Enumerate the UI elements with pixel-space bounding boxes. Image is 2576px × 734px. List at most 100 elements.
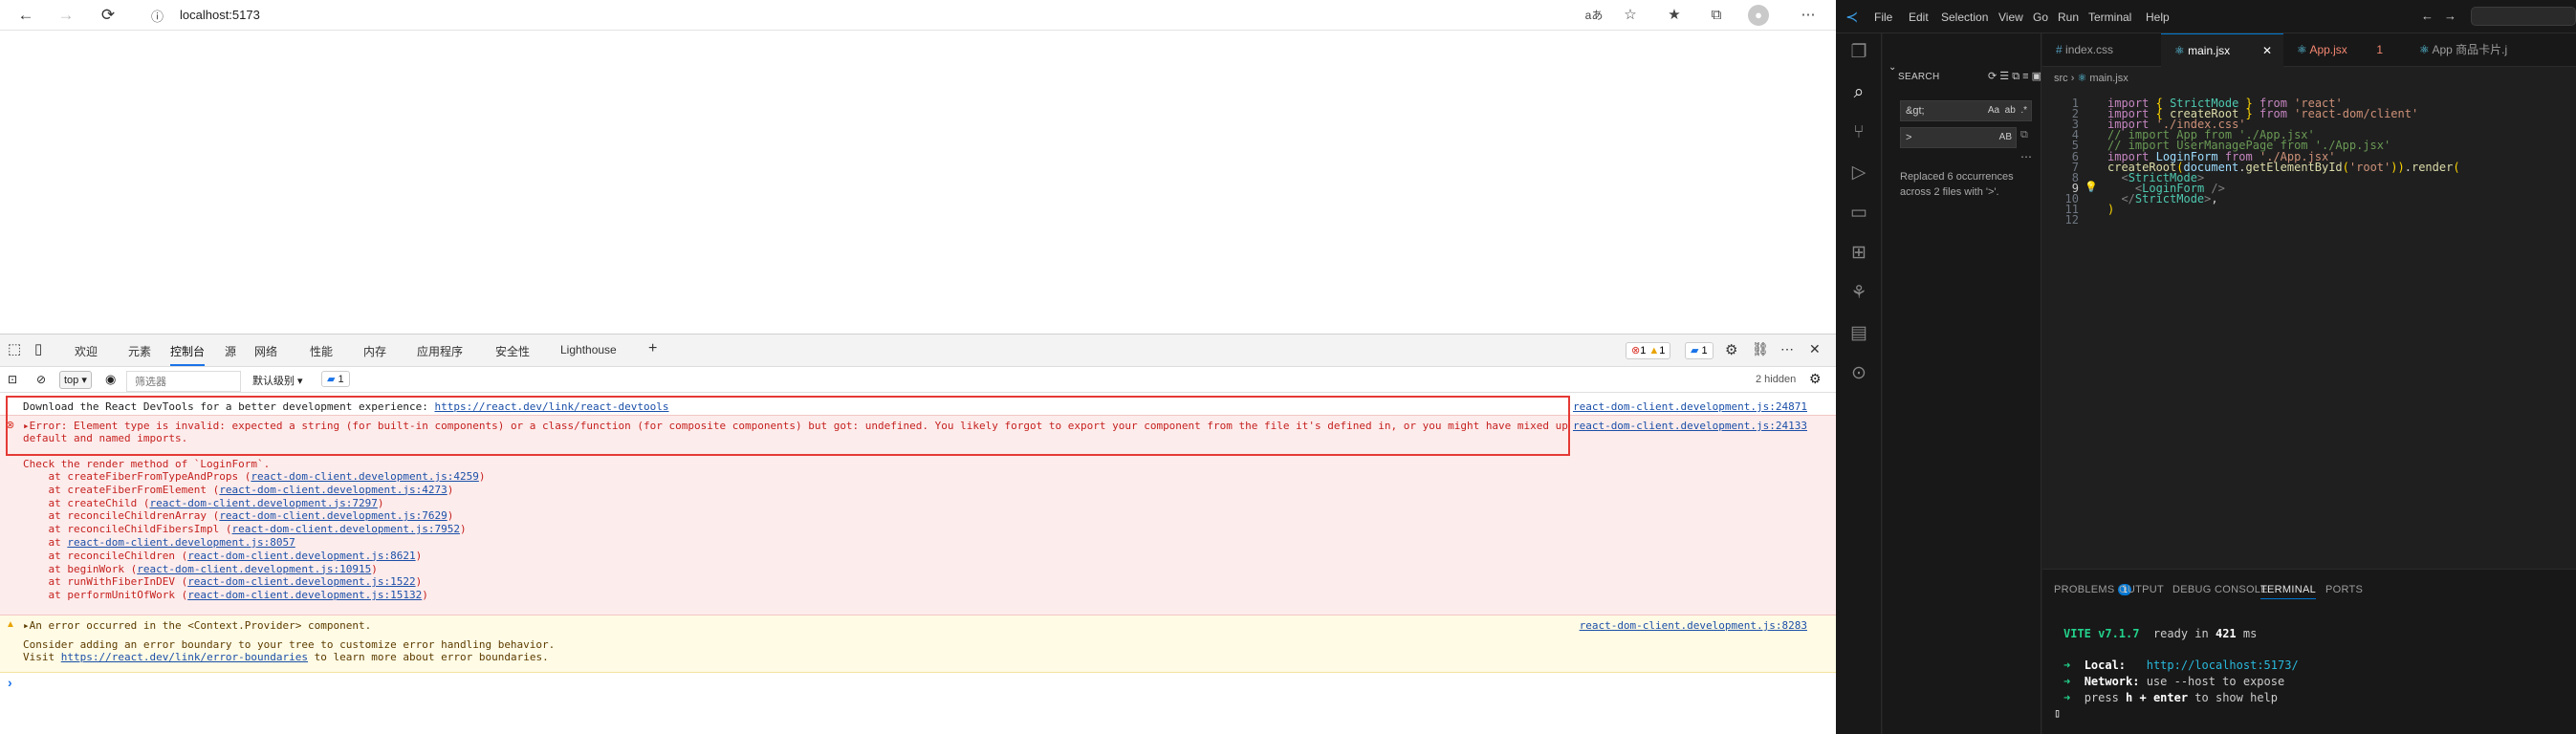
tab-console[interactable]: 控制台 xyxy=(170,343,206,366)
folder-view-icon[interactable]: ▤ xyxy=(1847,322,1870,345)
tab-welcome[interactable]: 欢迎 xyxy=(75,343,98,359)
site-info-icon[interactable]: ⓘ xyxy=(151,7,164,25)
forward-icon[interactable]: → xyxy=(54,3,78,28)
close-devtools-icon[interactable]: ✕ xyxy=(1809,341,1821,357)
tab-app-product-card[interactable]: ⚛ App 商品卡片.j xyxy=(2406,33,2576,67)
search-input[interactable]: &gt; Aa ab .* xyxy=(1900,100,2032,121)
local-url-link[interactable]: http://localhost:5173/ xyxy=(2147,658,2299,672)
console-filter-input[interactable]: 筛选器 xyxy=(126,371,241,392)
error-source-link[interactable]: react-dom-client.development.js:24133 xyxy=(1573,420,1807,432)
menu-terminal[interactable]: Terminal xyxy=(2088,11,2131,24)
add-tab-icon[interactable]: + xyxy=(648,340,657,357)
source-control-icon[interactable]: ⑂ xyxy=(1847,121,1870,144)
tab-application[interactable]: 应用程序 xyxy=(417,343,463,359)
inspect-icon[interactable]: ⬚ xyxy=(8,340,21,357)
reload-icon[interactable]: ⟳ xyxy=(96,3,120,28)
nav-forward-icon[interactable]: → xyxy=(2444,9,2456,23)
menu-selection[interactable]: Selection xyxy=(1941,11,1988,24)
terminal-cursor[interactable]: ▯ xyxy=(2054,706,2061,720)
read-aloud-icon[interactable]: aあ xyxy=(1583,5,1605,26)
tab-network[interactable]: 网络 xyxy=(254,343,277,359)
stack-frame-link[interactable]: react-dom-client.development.js:1522 xyxy=(187,575,415,588)
favorite-add-icon[interactable]: ☆ xyxy=(1620,5,1641,26)
stack-frame-link[interactable]: react-dom-client.development.js:4259 xyxy=(251,470,478,483)
remote-explorer-icon[interactable]: ▭ xyxy=(1847,202,1870,225)
stack-frame-link[interactable]: react-dom-client.development.js:7297 xyxy=(149,497,377,509)
console-settings-icon[interactable]: ⚙ xyxy=(1809,371,1822,387)
tab-memory[interactable]: 内存 xyxy=(363,343,386,359)
issue-counter[interactable]: ⊗1 ▲1 xyxy=(1626,342,1671,359)
remote-devices-icon[interactable]: ⛓ xyxy=(1752,341,1769,357)
preserve-case-toggle[interactable]: AB xyxy=(1999,132,2012,142)
close-tab-icon[interactable]: ✕ xyxy=(2262,34,2272,68)
panel-tab-ports[interactable]: PORTS xyxy=(2325,584,2363,595)
profile-avatar-icon[interactable]: ● xyxy=(1748,5,1769,26)
extension-custom-icon[interactable]: ⚘ xyxy=(1847,282,1870,305)
info-source-link[interactable]: react-dom-client.development.js:24871 xyxy=(1573,400,1807,413)
menu-go[interactable]: Go xyxy=(2033,11,2048,24)
sidebar-toggle-icon[interactable]: ⊡ xyxy=(8,373,17,386)
warning-source-link[interactable]: react-dom-client.development.js:8283 xyxy=(1580,619,1807,632)
replace-all-icon[interactable]: ⧉ xyxy=(2020,129,2028,141)
stack-frame-link[interactable]: react-dom-client.development.js:7952 xyxy=(232,523,460,535)
panel-tab-terminal[interactable]: TERMINAL xyxy=(2260,584,2317,599)
expand-arrow-icon[interactable]: ▸ xyxy=(23,619,30,632)
device-toolbar-icon[interactable]: ▯ xyxy=(34,340,42,357)
search-actions[interactable]: ⟳ ☰ ⧉ ≡ ▣ xyxy=(1988,70,2041,83)
console-prompt[interactable]: › xyxy=(8,675,12,690)
error-boundaries-link[interactable]: https://react.dev/link/error-boundaries xyxy=(61,651,308,663)
stack-frame-link[interactable]: react-dom-client.development.js:8621 xyxy=(187,550,415,562)
clear-console-icon[interactable]: ⊘ xyxy=(36,373,46,386)
lightbulb-icon[interactable]: 💡 xyxy=(2085,181,2098,193)
more-search-icon[interactable]: ⋯ xyxy=(2020,150,2032,163)
menu-edit[interactable]: Edit xyxy=(1909,11,1929,24)
search-query[interactable]: &gt; xyxy=(1906,105,1925,117)
more-menu-icon[interactable]: ⋯ xyxy=(1798,5,1819,26)
extensions-icon[interactable]: ⊞ xyxy=(1847,242,1870,265)
tab-index-css[interactable]: # index.css xyxy=(2042,33,2161,67)
address-bar[interactable]: ⓘ localhost:5173 xyxy=(136,3,1761,28)
stack-frame-link[interactable]: react-dom-client.development.js:15132 xyxy=(187,589,422,601)
command-center[interactable] xyxy=(2471,7,2576,26)
breadcrumb-file[interactable]: main.jsx xyxy=(2089,73,2128,84)
extension-c-icon[interactable]: ⊙ xyxy=(1847,362,1870,385)
log-levels-dropdown[interactable]: 默认级别 ▾ xyxy=(252,373,303,388)
run-debug-icon[interactable]: ▷ xyxy=(1847,162,1870,184)
stack-frame-link[interactable]: react-dom-client.development.js:8057 xyxy=(67,536,295,549)
stack-frame-link[interactable]: react-dom-client.development.js:10915 xyxy=(137,563,371,575)
code-line[interactable]: </StrictMode>, xyxy=(2107,192,2217,205)
menu-run[interactable]: Run xyxy=(2058,11,2079,24)
breadcrumb-folder[interactable]: src xyxy=(2054,73,2068,84)
tab-app-jsx[interactable]: ⚛ App.jsx 1 xyxy=(2283,33,2406,67)
tab-security[interactable]: 安全性 xyxy=(495,343,530,359)
panel-tab-debug-console[interactable]: DEBUG CONSOLE xyxy=(2172,584,2268,595)
nav-back-icon[interactable]: ← xyxy=(2421,9,2434,23)
replace-query[interactable]: > xyxy=(1906,132,1911,143)
menu-file[interactable]: File xyxy=(1874,11,1892,24)
menu-view[interactable]: View xyxy=(1998,11,2023,24)
stack-frame-link[interactable]: react-dom-client.development.js:4273 xyxy=(219,484,447,496)
explorer-icon[interactable]: ❐ xyxy=(1847,41,1870,64)
tab-lighthouse[interactable]: Lighthouse xyxy=(560,343,617,356)
search-options[interactable]: Aa ab .* xyxy=(1988,105,2027,116)
favorites-icon[interactable]: ★ xyxy=(1664,5,1685,26)
more-options-icon[interactable]: ⋯ xyxy=(1780,341,1794,357)
tab-sources[interactable]: 源 xyxy=(225,343,236,359)
message-counter[interactable]: ▰ 1 xyxy=(1685,342,1714,359)
menu-help[interactable]: Help xyxy=(2146,11,2170,24)
replace-input[interactable]: > AB xyxy=(1900,127,2017,148)
code-line[interactable]: ) xyxy=(2107,203,2114,216)
url-text[interactable]: localhost:5173 xyxy=(180,8,260,22)
collections-icon[interactable]: ⧉ xyxy=(1706,5,1727,26)
search-icon[interactable]: ⌕ xyxy=(1847,81,1870,104)
live-expression-eye-icon[interactable]: ◉ xyxy=(105,372,116,387)
tab-elements[interactable]: 元素 xyxy=(128,343,151,359)
tab-main-jsx[interactable]: ⚛ main.jsx ✕ xyxy=(2161,33,2283,67)
back-icon[interactable]: ← xyxy=(13,3,38,28)
settings-gear-icon[interactable]: ⚙ xyxy=(1725,341,1737,358)
stack-frame-link[interactable]: react-dom-client.development.js:7629 xyxy=(219,509,447,522)
code-view[interactable]: 1 import { StrictMode } from 'react' 2 impo… xyxy=(2042,91,2576,301)
tab-performance[interactable]: 性能 xyxy=(310,343,333,359)
panel-tab-output[interactable]: OUTPUT xyxy=(2119,584,2164,595)
context-select[interactable]: top ▾ xyxy=(59,371,92,389)
